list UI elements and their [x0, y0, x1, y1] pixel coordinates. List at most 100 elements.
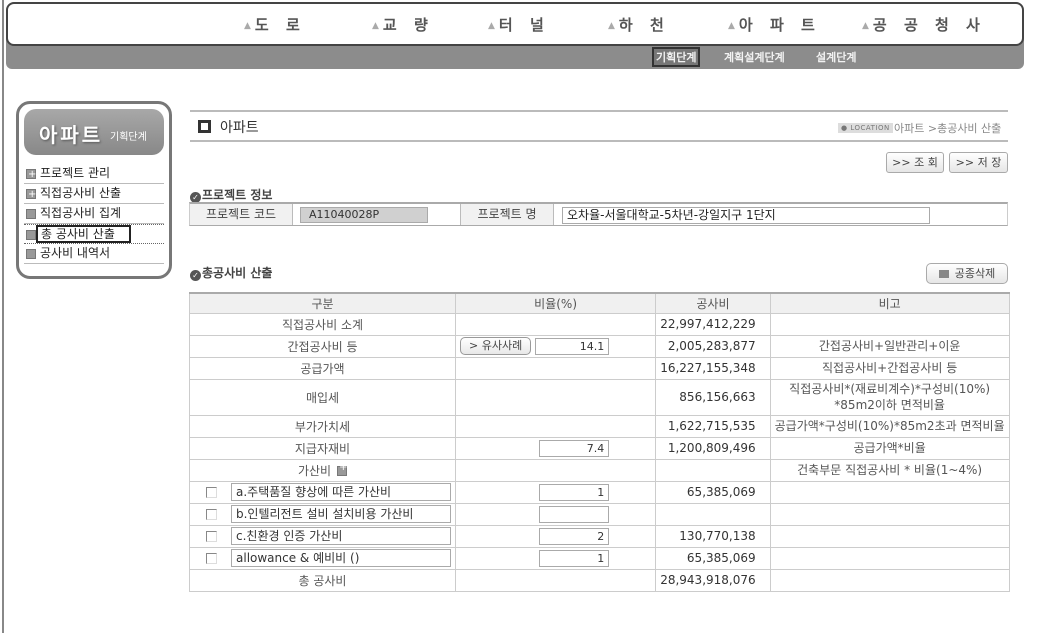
memo-cell [769, 524, 1010, 548]
nav-label: 도 로 [254, 16, 306, 34]
divider [553, 204, 554, 225]
addon-checkbox[interactable] [206, 508, 217, 520]
square-icon [26, 230, 36, 240]
triangle-icon: ▲ [608, 21, 615, 31]
addon-name-input[interactable]: allowance & 예비비 () [231, 549, 451, 567]
total-cost-table: 구분 비율(%) 공사비 비고 직접공사비 소계 22,997,412,229 … [189, 292, 1010, 592]
addon-ratio-input[interactable] [539, 505, 610, 523]
sidebar-item-direct-cost-summary[interactable]: 직접공사비 집계 [24, 204, 164, 224]
nav-item-tunnel[interactable]: ▲ 터 널 [488, 14, 550, 35]
nav-item-public-office[interactable]: ▲ 공 공 청 사 [862, 14, 986, 35]
stage-tab-design[interactable]: 설계단계 [816, 49, 856, 65]
table-header-row: 구분 비율(%) 공사비 비고 [189, 292, 1010, 314]
addon-checkbox[interactable] [206, 486, 217, 498]
ratio-cell [454, 378, 657, 416]
sidebar-item-direct-cost-calc[interactable]: 직접공사비 산출 [24, 184, 164, 204]
amount-cell [655, 502, 771, 526]
row-label-text: 가산비 [297, 463, 332, 478]
amount-cell: 2,005,283,877 [655, 334, 771, 358]
sidebar-item-project-management[interactable]: 프로젝트 관리 [24, 164, 164, 184]
sidebar: 아파트 기획단계 프로젝트 관리 직접공사비 산출 직접공사비 집계 총 공사비… [16, 101, 172, 279]
sidebar-item-label: 공사비 내역서 [40, 246, 111, 260]
sidebar-item-label: 직접공사비 집계 [40, 206, 122, 220]
stage-tab-schematic-design[interactable]: 계획설계단계 [724, 49, 785, 65]
addon-ratio-input[interactable]: 2 [539, 527, 610, 545]
section-title-text: 프로젝트 정보 [202, 188, 273, 202]
total-amount-cell: 28,943,918,076 [655, 568, 771, 592]
square-icon [26, 209, 36, 219]
col-header-amount: 공사비 [655, 292, 771, 314]
addon-checkbox[interactable] [206, 552, 217, 564]
project-code-field[interactable]: A11040028P [300, 207, 428, 223]
addon-name-cell: c.친환경 인증 가산비 [189, 524, 456, 548]
sidebar-header: 아파트 기획단계 [24, 109, 164, 155]
nav-label: 하 천 [618, 16, 670, 34]
nav-item-river[interactable]: ▲ 하 천 [608, 14, 670, 35]
sidebar-title: 아파트 [39, 123, 104, 147]
row-label: 직접공사비 소계 [189, 312, 456, 336]
memo-cell: 간접공사비+일반관리+이윤 [769, 334, 1010, 358]
addon-name-cell: b.인텔리전트 설비 설치비용 가산비 [189, 502, 456, 526]
page-border [2, 0, 4, 633]
triangle-icon: ▲ [244, 21, 251, 31]
total-cost-heading: ✓ 총공사비 산출 [190, 264, 272, 281]
triangle-icon: ▲ [728, 21, 735, 31]
indirect-cost-ratio-input[interactable]: 14.1 [535, 337, 610, 355]
nav-label: 교 량 [382, 16, 434, 34]
add-item-icon[interactable] [337, 462, 347, 476]
square-icon [26, 249, 36, 259]
addon-name-cell: allowance & 예비비 () [189, 546, 456, 570]
amount-cell: 65,385,069 [655, 480, 771, 504]
table-row: 가산비 건축부문 직접공사비 * 비율(1~4%) [189, 458, 1010, 482]
col-header-category: 구분 [189, 292, 456, 314]
similar-case-button[interactable]: > 유사사례 [460, 337, 532, 355]
nav-item-bridge[interactable]: ▲ 교 량 [372, 14, 434, 35]
addon-checkbox[interactable] [206, 530, 217, 542]
addon-ratio-input[interactable]: 1 [539, 549, 610, 567]
addon-name-input[interactable]: a.주택품질 향상에 따른 가산비 [231, 483, 451, 501]
sidebar-item-label: 직접공사비 산출 [40, 186, 122, 200]
amount-cell: 65,385,069 [655, 546, 771, 570]
memo-cell [769, 546, 1010, 570]
memo-cell [769, 502, 1010, 526]
nav-label: 터 널 [498, 16, 550, 34]
amount-cell: 1,200,809,496 [655, 436, 771, 460]
amount-cell: 1,622,715,535 [655, 414, 771, 438]
button-label: 공종삭제 [954, 267, 996, 280]
sidebar-menu: 프로젝트 관리 직접공사비 산출 직접공사비 집계 총 공사비 산출 공사비 내… [24, 164, 164, 264]
row-label: 총 공사비 [189, 568, 456, 592]
row-label: 가산비 [189, 458, 456, 482]
row-label: 매입세 [189, 378, 456, 416]
page-header: 아파트 ● LOCATION 아파트 >총공사비 산출 [190, 110, 1008, 142]
ratio-cell: 1 [454, 480, 657, 504]
material-cost-ratio-input[interactable]: 7.4 [539, 439, 610, 457]
sidebar-item-total-cost-calc[interactable]: 총 공사비 산출 [24, 224, 164, 244]
project-name-field[interactable]: 오차율-서울대학교-5차년-강일지구 1단지 [562, 207, 930, 224]
memo-cell: 공급가액*구성비(10%)*85m2초과 면적비율 [769, 414, 1010, 438]
ratio-cell [454, 414, 657, 438]
stage-tab-planning[interactable]: 기획단계 [652, 47, 701, 67]
ratio-cell [454, 568, 657, 592]
ratio-cell: 2 [454, 524, 657, 548]
addon-ratio-input[interactable]: 1 [539, 483, 610, 501]
amount-cell: 856,156,663 [655, 378, 771, 416]
addon-name-input[interactable]: b.인텔리전트 설비 설치비용 가산비 [231, 505, 451, 523]
row-label: 공급가액 [189, 356, 456, 380]
delete-work-type-button[interactable]: 공종삭제 [926, 263, 1008, 284]
search-button[interactable]: >> 조 회 [886, 152, 944, 173]
plus-square-icon [26, 185, 36, 204]
save-button[interactable]: >> 저 장 [949, 152, 1008, 173]
table-row: 간접공사비 등 > 유사사례 14.1 2,005,283,877 간접공사비+일… [189, 334, 1010, 358]
amount-cell [655, 458, 771, 482]
table-row: 매입세 856,156,663 직접공사비*(재료비계수)*구성비(10%) *8… [189, 378, 1010, 416]
ratio-cell [454, 356, 657, 380]
ratio-cell: 1 [454, 546, 657, 570]
project-info-heading: ✓ 프로젝트 정보 [190, 186, 272, 203]
addon-name-input[interactable]: c.친환경 인증 가산비 [231, 527, 451, 545]
memo-line: 직접공사비*(재료비계수)*구성비(10%) [789, 382, 991, 396]
sidebar-item-cost-statement[interactable]: 공사비 내역서 [24, 244, 164, 264]
nav-item-apartment[interactable]: ▲ 아 파 트 [728, 14, 821, 35]
nav-item-road[interactable]: ▲ 도 로 [244, 14, 306, 35]
memo-cell [769, 480, 1010, 504]
amount-cell: 130,770,138 [655, 524, 771, 548]
